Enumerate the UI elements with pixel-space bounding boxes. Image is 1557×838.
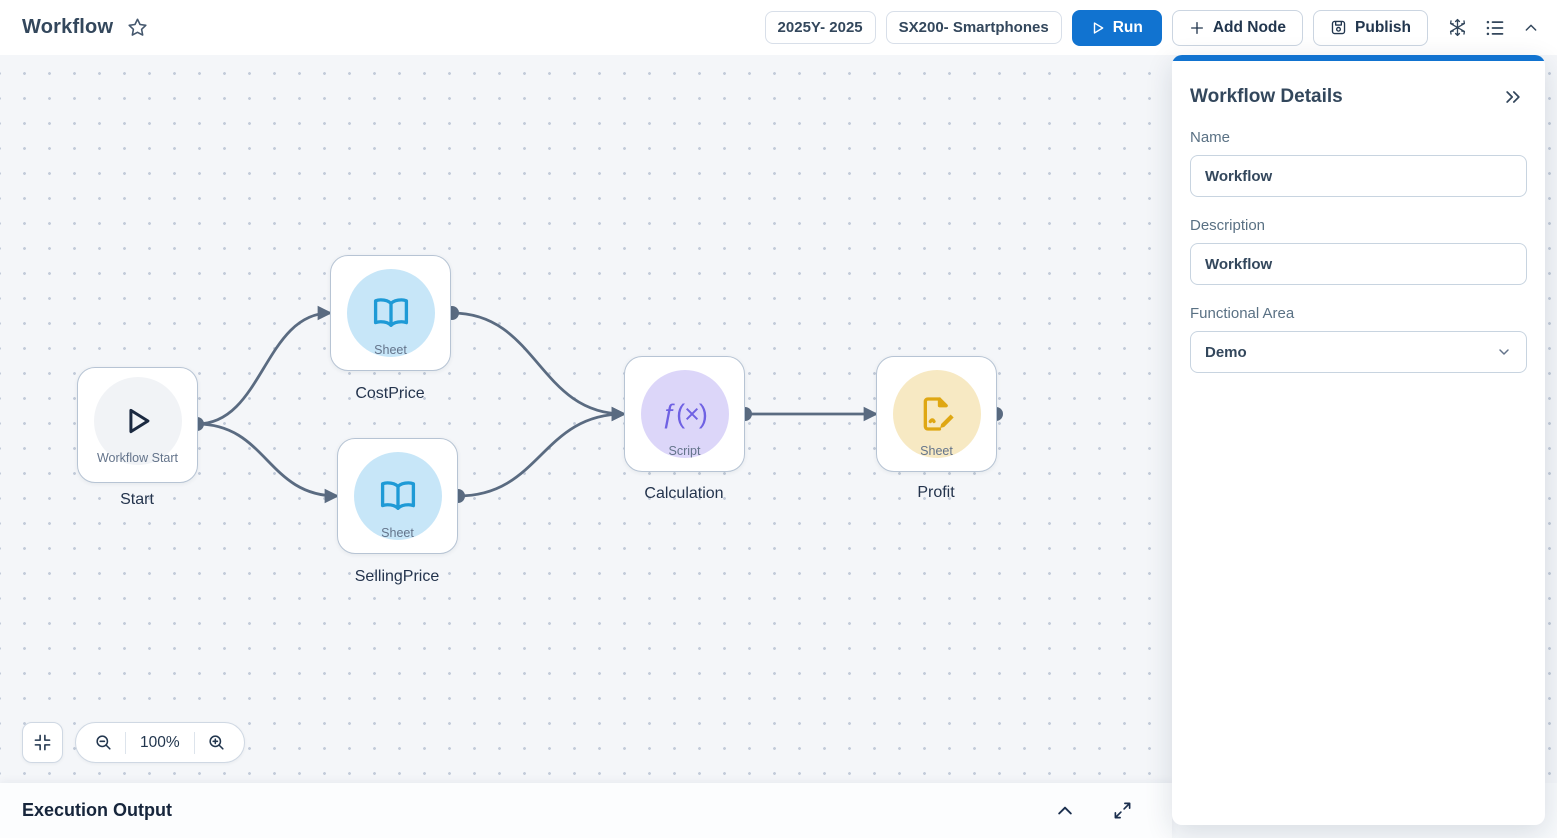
- zoom-controls: 100%: [22, 722, 245, 763]
- function-glyph: ƒ(×): [662, 399, 707, 430]
- node-type-label: Workflow Start: [97, 451, 178, 465]
- node-type-label: Sheet: [920, 444, 953, 458]
- plus-icon: [1189, 20, 1205, 36]
- snowflake-icon[interactable]: [1444, 14, 1471, 41]
- run-button-label: Run: [1113, 19, 1143, 37]
- node-name-costprice: CostPrice: [355, 385, 424, 403]
- favorite-star-icon[interactable]: [127, 17, 148, 38]
- execution-output-title: Execution Output: [22, 800, 172, 821]
- collapse-panel-icon[interactable]: [1499, 83, 1527, 111]
- node-profit[interactable]: Sheet: [876, 356, 997, 472]
- play-icon: [1091, 21, 1105, 35]
- expand-output-chevron-icon[interactable]: [1051, 797, 1079, 825]
- workflow-editor: Workflow 2025Y- 2025 SX200- Smartphones …: [0, 0, 1557, 838]
- functional-area-value: Demo: [1205, 344, 1247, 361]
- chevron-down-icon: [1496, 344, 1512, 360]
- node-name-calculation: Calculation: [644, 485, 723, 503]
- node-type-label: Sheet: [381, 526, 414, 540]
- run-button[interactable]: Run: [1072, 10, 1162, 46]
- badge-year: 2025Y- 2025: [765, 11, 876, 44]
- node-name-start: Start: [120, 491, 154, 509]
- workflow-details-panel: Workflow Details Name Description Functi…: [1172, 55, 1545, 825]
- execution-output-bar: Execution Output: [0, 783, 1172, 838]
- add-node-label: Add Node: [1213, 19, 1286, 37]
- name-field[interactable]: [1190, 155, 1527, 197]
- publish-button[interactable]: Publish: [1313, 10, 1428, 46]
- edge-start-sellingprice: [197, 424, 337, 496]
- node-calculation[interactable]: ƒ(×) Script: [624, 356, 745, 472]
- panel-title: Workflow Details: [1190, 86, 1343, 108]
- functional-area-label: Functional Area: [1190, 305, 1527, 322]
- badge-product: SX200- Smartphones: [886, 11, 1062, 44]
- zoom-out-icon[interactable]: [82, 727, 125, 758]
- collapse-header-chevron-icon[interactable]: [1519, 16, 1543, 40]
- edge-sellingprice-calculation: [458, 414, 624, 496]
- name-label: Name: [1190, 129, 1527, 146]
- publish-label: Publish: [1355, 19, 1411, 37]
- edge-costprice-calculation: [452, 313, 624, 414]
- node-type-label: Script: [669, 444, 701, 458]
- functional-area-select[interactable]: Demo: [1190, 331, 1527, 373]
- fit-view-button[interactable]: [22, 722, 63, 763]
- add-node-button[interactable]: Add Node: [1172, 10, 1303, 46]
- node-name-profit: Profit: [917, 484, 954, 502]
- edge-start-costprice: [197, 313, 330, 424]
- page-title: Workflow: [22, 16, 113, 39]
- description-label: Description: [1190, 217, 1527, 234]
- header: Workflow 2025Y- 2025 SX200- Smartphones …: [0, 0, 1557, 55]
- maximize-output-icon[interactable]: [1109, 797, 1136, 824]
- node-start[interactable]: Workflow Start: [77, 367, 198, 483]
- zoom-in-icon[interactable]: [195, 727, 238, 758]
- description-field[interactable]: [1190, 243, 1527, 285]
- zoom-level: 100%: [126, 734, 194, 752]
- node-name-sellingprice: SellingPrice: [355, 568, 439, 586]
- node-sellingprice[interactable]: Sheet: [337, 438, 458, 554]
- publish-save-icon: [1330, 19, 1347, 36]
- zoom-pill: 100%: [75, 722, 245, 763]
- node-costprice[interactable]: Sheet: [330, 255, 451, 371]
- list-view-icon[interactable]: [1481, 14, 1509, 42]
- node-type-label: Sheet: [374, 343, 407, 357]
